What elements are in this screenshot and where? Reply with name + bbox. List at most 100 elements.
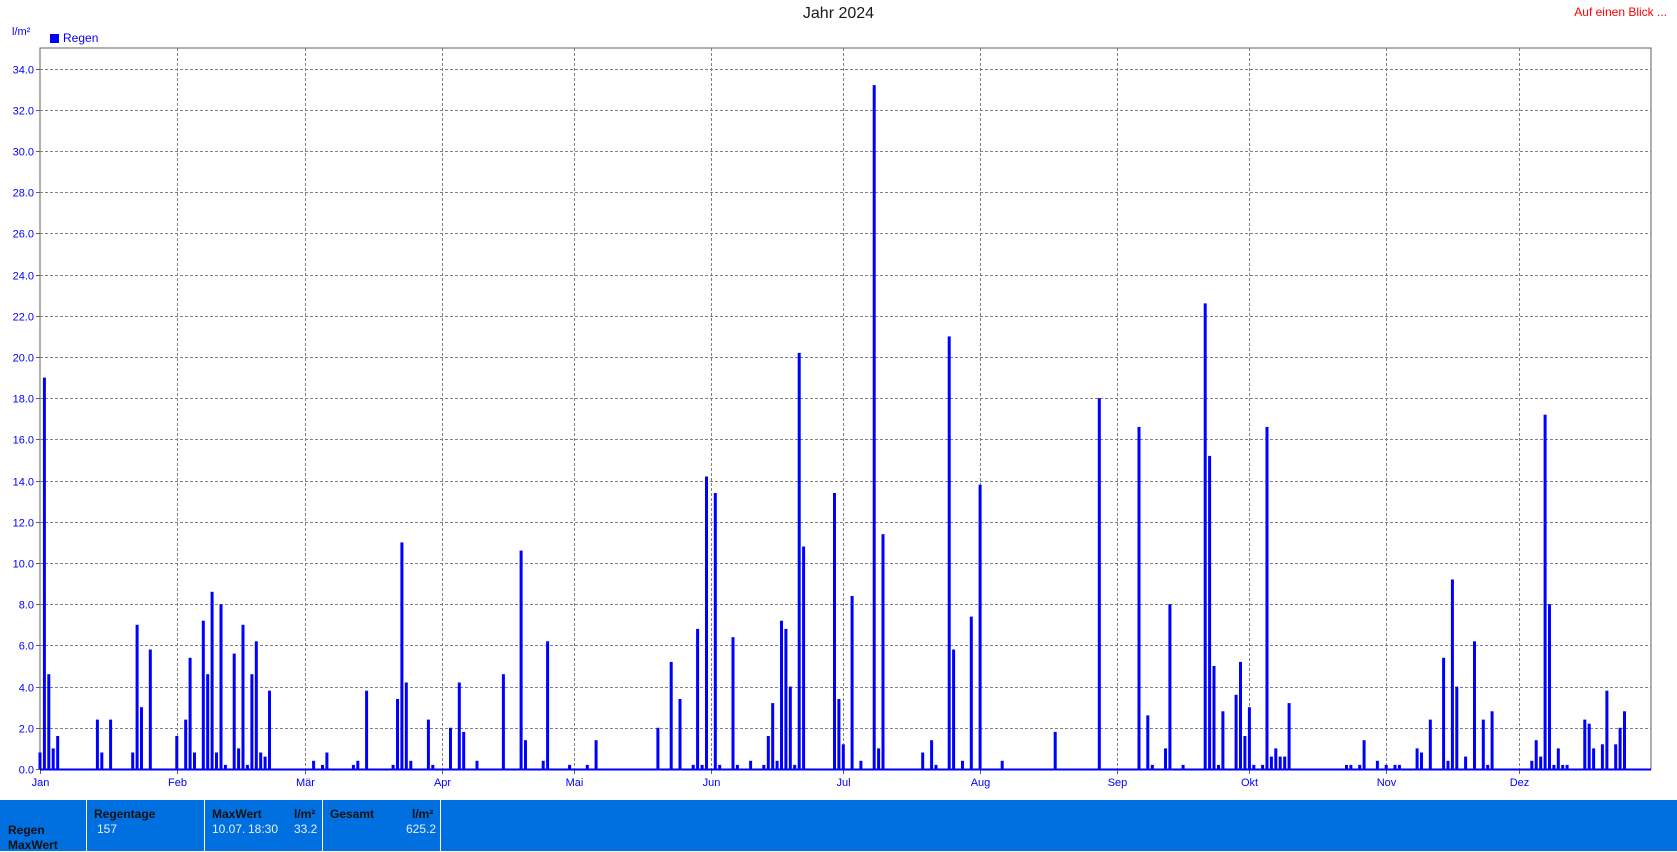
rain-bar	[1362, 740, 1366, 769]
rain-bar	[1000, 760, 1004, 769]
rain-bar	[1375, 760, 1379, 769]
rain-bar	[1278, 756, 1282, 769]
rain-bar	[1464, 756, 1468, 769]
rain-bar	[51, 748, 55, 769]
rain-bar	[1287, 703, 1291, 769]
rain-bar	[969, 616, 973, 769]
rain-bar	[833, 493, 836, 769]
rain-bar	[365, 690, 369, 769]
maxwert-unit: l/m²	[294, 807, 316, 821]
rain-bar	[1274, 748, 1278, 769]
stats-separator	[322, 800, 323, 851]
rain-bar	[100, 752, 104, 769]
rain-bar	[585, 764, 589, 769]
regentage-value: 157	[97, 822, 118, 836]
rain-bar	[215, 752, 218, 769]
rain-bar	[872, 85, 876, 770]
rain-bar	[268, 690, 271, 769]
rain-bar	[1481, 719, 1485, 769]
rain-bar	[947, 336, 951, 769]
y-tick-label: 24.0	[13, 271, 34, 283]
rain-bar	[38, 752, 42, 769]
rain-bar	[1261, 764, 1265, 769]
rain-bar	[1587, 723, 1591, 769]
rain-bar	[396, 699, 399, 769]
rain-bar	[131, 752, 135, 769]
rain-bar	[802, 546, 806, 769]
rain-bar	[1243, 736, 1247, 769]
rain-bar	[201, 620, 205, 769]
rain-bar	[837, 699, 841, 769]
rain-bar	[1600, 744, 1604, 769]
rain-bar	[705, 476, 708, 769]
plot-area	[39, 47, 1652, 770]
y-tick-label: 14.0	[13, 477, 34, 489]
rain-bar	[475, 760, 479, 769]
y-tick-label: 0.0	[19, 765, 34, 777]
x-tick-label: Mär	[296, 777, 315, 789]
rain-bar	[254, 641, 258, 769]
rain-bar	[241, 624, 245, 769]
rain-bar	[109, 719, 113, 769]
rain-bar	[325, 752, 329, 769]
rain-bar	[1208, 455, 1212, 769]
rain-bar	[223, 764, 227, 769]
rain-bar	[148, 649, 152, 769]
y-tick-label: 6.0	[19, 641, 34, 653]
rain-bar	[952, 649, 956, 769]
rain-bar	[731, 637, 735, 769]
rain-bar	[1583, 719, 1587, 769]
rain-bar	[237, 748, 241, 769]
rain-bar	[793, 764, 797, 769]
rain-bar	[1397, 764, 1401, 769]
rain-bar	[250, 674, 254, 769]
rain-bar	[219, 604, 223, 769]
rain-bar	[47, 674, 51, 769]
rain-bar	[140, 707, 143, 769]
y-tick-label: 34.0	[13, 65, 34, 77]
rain-bar	[934, 764, 938, 769]
rain-bar	[1618, 727, 1622, 769]
rain-bar	[449, 727, 452, 769]
rain-bar	[501, 674, 505, 769]
y-tick-label: 2.0	[19, 724, 34, 736]
rain-bar	[462, 731, 466, 769]
rain-bar	[175, 736, 179, 769]
rain-bar	[42, 377, 46, 769]
stats-panel: Regen MaxWert Regentage 157 MaxWert l/m²…	[0, 800, 1677, 852]
rain-bar	[391, 764, 395, 769]
rain-bar	[797, 352, 801, 769]
rain-bar	[859, 760, 863, 769]
rain-bar	[978, 484, 982, 769]
x-tick-label: Apr	[434, 777, 451, 789]
rain-bar	[841, 744, 845, 769]
rain-bar	[1181, 764, 1185, 769]
stats-row-label-maxwert: MaxWert	[8, 838, 58, 852]
rain-bar	[524, 740, 527, 769]
rain-bar	[263, 756, 267, 769]
rain-bar	[850, 596, 854, 769]
maxwert-time: 18:30	[248, 822, 279, 836]
rain-bar	[409, 760, 413, 769]
rain-bar	[232, 653, 236, 769]
rain-bar	[1097, 398, 1101, 769]
rain-bar	[1534, 740, 1538, 769]
rain-bar	[519, 550, 523, 769]
y-tick-label: 4.0	[19, 683, 34, 695]
maxwert-date: 10.07.	[212, 822, 246, 836]
rain-bar	[1349, 764, 1353, 769]
rain-bar	[1234, 694, 1238, 769]
x-tick-label: Nov	[1377, 777, 1397, 789]
rain-bar	[1548, 604, 1551, 769]
rain-bar	[1137, 427, 1141, 769]
rain-bar	[788, 686, 792, 769]
rain-bar	[762, 764, 766, 769]
regentage-header: Regentage	[94, 807, 156, 821]
rain-bar	[1283, 756, 1287, 769]
rain-bar	[691, 764, 695, 769]
rain-bar	[457, 682, 461, 769]
rain-bar	[184, 719, 188, 769]
stats-separator	[204, 800, 205, 851]
rain-bar	[1164, 748, 1167, 769]
rain-bar	[1561, 764, 1565, 769]
